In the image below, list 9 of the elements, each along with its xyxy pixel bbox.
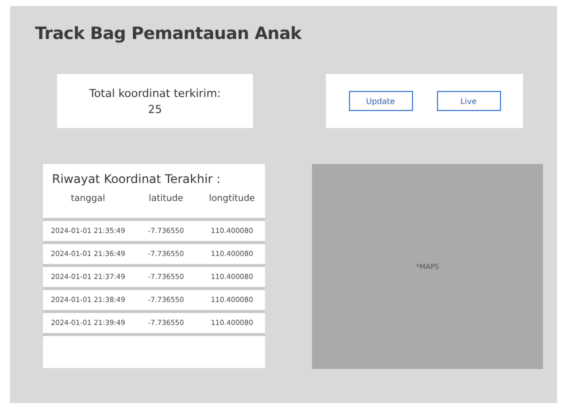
total-value: 25 [148,102,162,116]
column-header: tanggal [70,194,106,204]
column-header: longtitude [208,194,256,204]
column-header: latitude [148,194,184,204]
action-button[interactable]: Live [436,91,500,111]
action-button[interactable]: Update [348,91,412,111]
page-title: Track Bag Pemantauan Anak [35,24,303,44]
history-title: Riwayat Koordinat Terakhir : [52,172,222,186]
total-label: Total koordinat terkirim: [89,86,221,100]
